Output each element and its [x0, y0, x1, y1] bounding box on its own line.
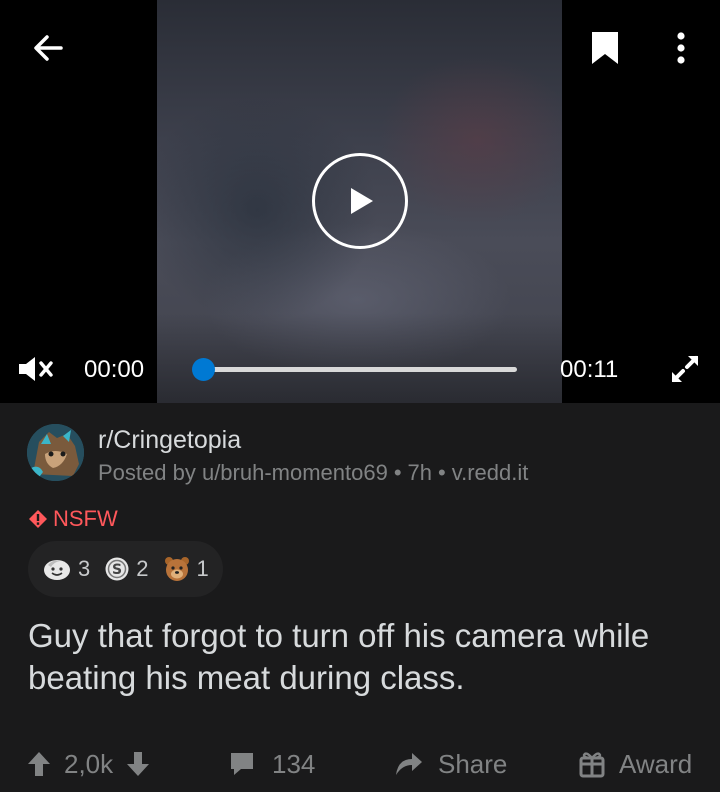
seek-bar[interactable] [203, 367, 517, 372]
subreddit-name[interactable]: r/Cringetopia [98, 425, 241, 455]
post-meta: Posted by u/bruh-momento69 • 7h • v.redd.it [98, 459, 528, 487]
post-author[interactable]: Posted by u/bruh-momento69 [98, 460, 388, 485]
seek-handle[interactable] [192, 358, 215, 381]
play-button[interactable] [312, 153, 408, 249]
save-button[interactable] [579, 22, 631, 74]
post-domain[interactable]: v.redd.it [452, 460, 529, 485]
nsfw-warning-icon [29, 510, 47, 528]
share-arrow-icon [396, 753, 422, 775]
mute-button[interactable] [14, 352, 58, 386]
arrow-left-icon [34, 35, 63, 61]
award-label: Award [619, 748, 693, 779]
downvote-arrow-icon [127, 752, 150, 776]
comments-button[interactable]: 134 [228, 746, 315, 782]
award-item[interactable]: S 2 [104, 556, 149, 582]
share-label: Share [438, 748, 508, 779]
vote-group: 2,0k [24, 746, 153, 782]
current-time: 00:00 [84, 356, 145, 383]
play-icon [351, 188, 373, 214]
post-age: 7h [407, 460, 433, 485]
awards-bar[interactable]: 3 S 2 1 [28, 541, 223, 597]
nsfw-badge: NSFW [28, 506, 118, 532]
bookmark-icon [592, 32, 618, 64]
gift-icon [579, 752, 605, 778]
svg-text:S: S [112, 562, 122, 578]
wholesome-award-icon [44, 560, 70, 580]
volume-muted-icon [19, 357, 53, 381]
video-controls: 00:00 00:11 [0, 340, 720, 398]
meta-separator: • [393, 460, 402, 485]
vote-score: 2,0k [64, 748, 114, 779]
expand-icon [672, 356, 698, 382]
more-vertical-icon [677, 32, 685, 64]
video-duration: 00:11 [560, 356, 619, 383]
silver-coin-award-icon: S [105, 557, 129, 581]
award-count: 2 [136, 556, 149, 581]
award-count: 1 [196, 556, 209, 581]
post-title[interactable]: Guy that forgot to turn off his camera w… [28, 615, 668, 699]
post-actions-bar: 2,0k 134 Share Award [0, 740, 720, 790]
award-item[interactable]: 3 [42, 556, 90, 582]
share-button[interactable]: Share [394, 746, 507, 782]
meta-separator: • [438, 460, 446, 485]
bear-award-icon [164, 557, 189, 581]
downvote-button[interactable] [123, 747, 153, 781]
upvote-arrow-icon [28, 752, 50, 776]
post-card: r/Cringetopia Posted by u/bruh-momento69… [0, 403, 720, 792]
upvote-button[interactable] [24, 747, 54, 781]
award-item[interactable]: 1 [163, 555, 209, 583]
nsfw-label: NSFW [53, 506, 118, 531]
back-button[interactable] [22, 22, 74, 74]
more-options-button[interactable] [655, 22, 707, 74]
video-player[interactable]: 00:00 00:11 [0, 0, 720, 403]
award-button[interactable]: Award [579, 746, 692, 782]
subreddit-avatar-image [27, 424, 84, 481]
award-count: 3 [78, 556, 91, 581]
fullscreen-button[interactable] [664, 348, 706, 390]
comment-icon [231, 753, 253, 775]
subreddit-avatar[interactable] [27, 424, 84, 481]
comment-count: 134 [272, 748, 316, 779]
